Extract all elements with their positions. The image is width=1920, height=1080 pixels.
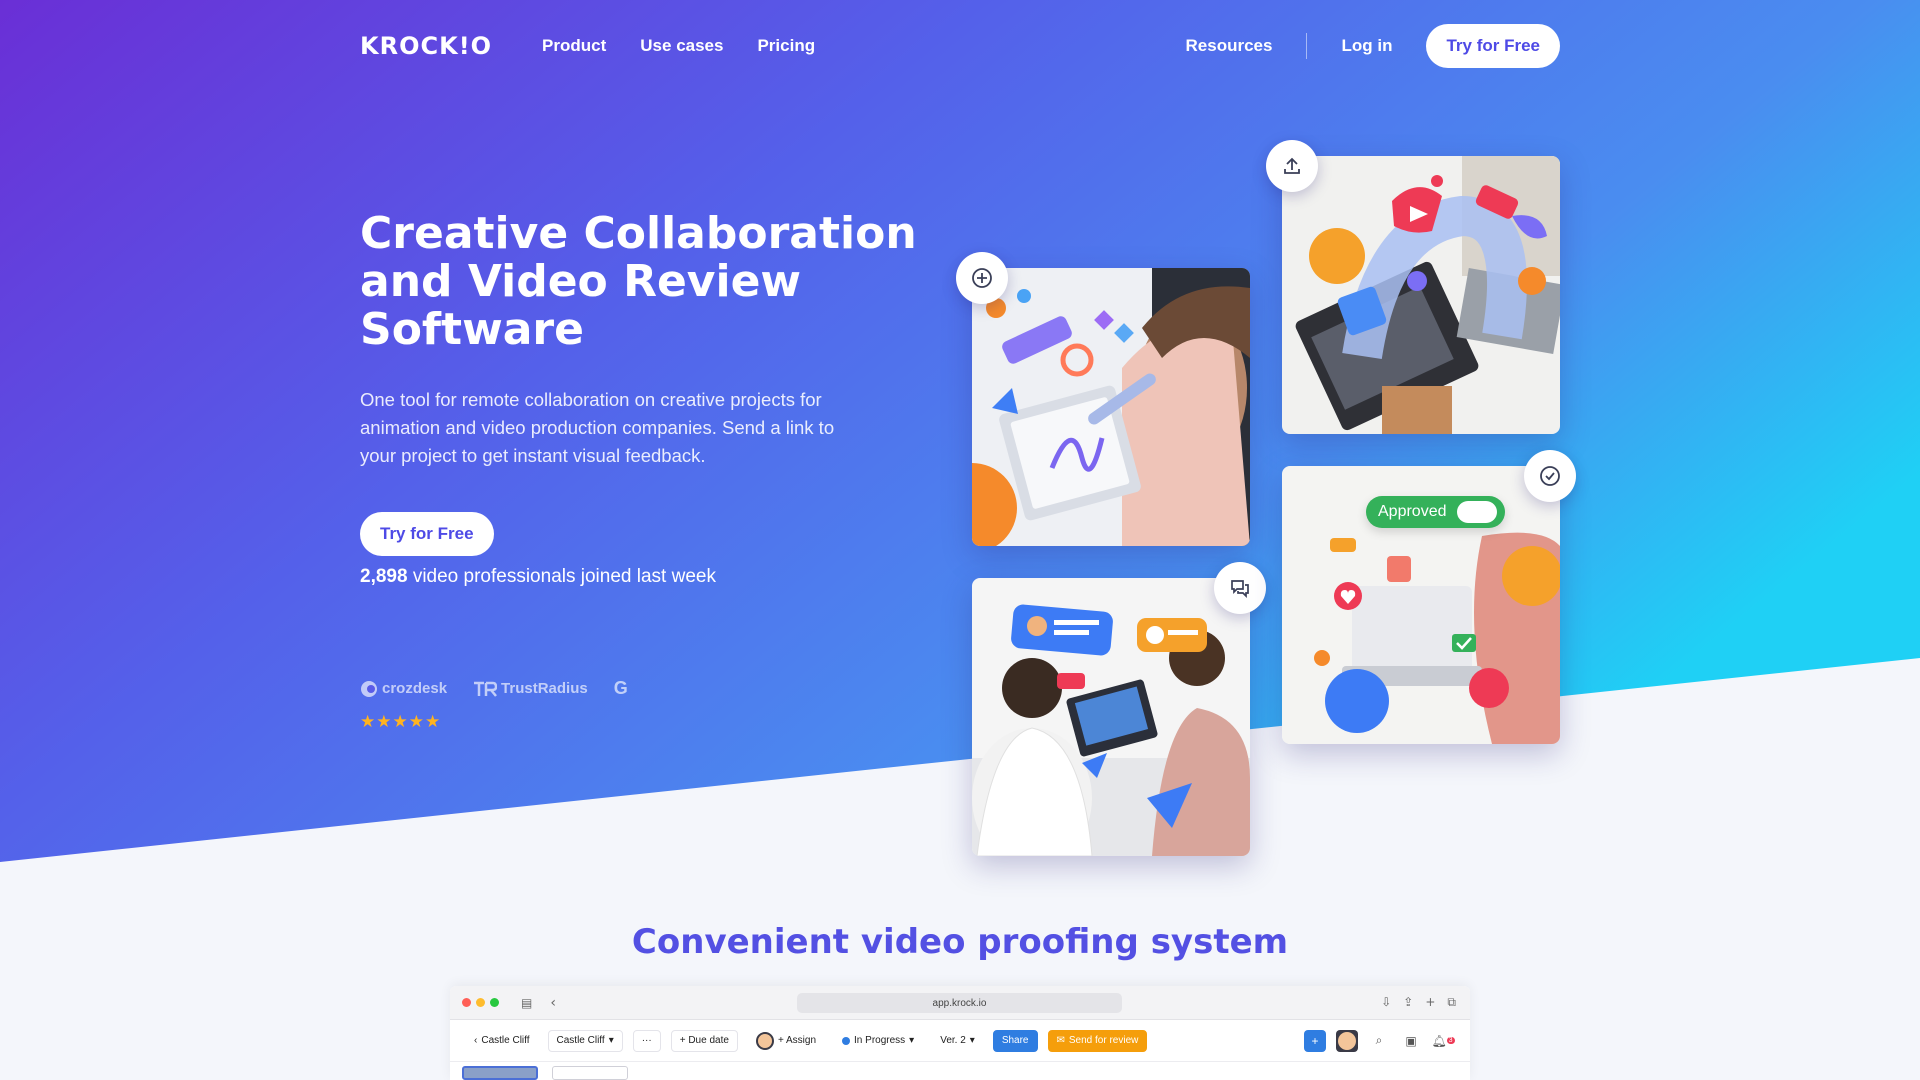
trustradius-icon	[474, 681, 498, 697]
hero-title: Creative Collaboration and Video Review …	[360, 208, 917, 355]
hero-background	[0, 0, 1920, 1080]
nav-link-use-cases[interactable]: Use cases	[640, 36, 723, 56]
crozdesk-icon	[361, 680, 377, 697]
crozdesk-label: crozdesk	[382, 680, 448, 697]
browser-toolbar: ▤ ‹ app.krock.io ⇩ ⇪ + ⧉	[450, 986, 1470, 1020]
back-arrow-icon[interactable]: ‹	[550, 995, 556, 1011]
address-bar[interactable]: app.krock.io	[797, 993, 1122, 1013]
version-thumbnails	[450, 1062, 1470, 1080]
check-circle-icon[interactable]	[1524, 450, 1576, 502]
user-avatar[interactable]	[1336, 1029, 1358, 1052]
project-select[interactable]: Castle Cliff ▾	[547, 1029, 623, 1052]
thumbnail[interactable]	[552, 1066, 628, 1080]
window-controls	[462, 998, 499, 1007]
approved-switch	[1456, 501, 1497, 523]
add-button[interactable]: +	[1304, 1029, 1326, 1052]
plus-circle-icon[interactable]	[956, 252, 1008, 304]
assign-button[interactable]: + Assign	[748, 1030, 824, 1052]
section-title: Convenient video proofing system	[631, 922, 1289, 962]
hero-subtitle: One tool for remote collaboration on cre…	[360, 389, 835, 466]
krockio-logo[interactable]: KROCK!O	[360, 32, 492, 60]
share-button[interactable]: Share	[992, 1029, 1038, 1052]
send-review-label: Send for review	[1068, 1035, 1139, 1046]
signup-count-text: video professionals joined last week	[412, 566, 716, 587]
nav-link-product[interactable]: Product	[542, 36, 606, 56]
tabs-icon[interactable]: ⧉	[1447, 995, 1456, 1010]
notification-count: 3	[1446, 1037, 1455, 1044]
due-date-button[interactable]: + Due date	[670, 1029, 738, 1052]
avatar	[1338, 1031, 1356, 1050]
card-drawing-image	[972, 268, 1250, 546]
signup-count: 2,898 video professionals joined last we…	[360, 566, 716, 588]
calendar-icon[interactable]: ▣	[1400, 1030, 1422, 1052]
hero-cta-wrapper: Try for Free	[360, 512, 494, 556]
trustradius-badge[interactable]: TrustRadius	[473, 680, 588, 698]
download-icon[interactable]: ⇩	[1381, 995, 1391, 1010]
nav-links: Product Use cases Pricing	[542, 36, 815, 56]
project-toolbar: ‹ Castle Cliff Castle Cliff ▾ ··· + Due …	[450, 1020, 1470, 1062]
more-options-button[interactable]: ···	[632, 1029, 661, 1052]
status-dot-icon	[842, 1036, 851, 1045]
hero-try-free-button[interactable]: Try for Free	[360, 512, 494, 556]
card-upload-image	[1282, 156, 1560, 434]
top-navigation: KROCK!O Product Use cases Pricing Resour…	[360, 22, 1560, 70]
assign-label: + Assign	[777, 1035, 817, 1046]
nav-link-pricing[interactable]: Pricing	[757, 36, 815, 56]
send-for-review-button[interactable]: ✉ Send for review	[1047, 1029, 1148, 1052]
browser-actions: ⇩ ⇪ + ⧉	[1381, 995, 1456, 1010]
crozdesk-badge[interactable]: crozdesk	[360, 680, 447, 698]
login-link[interactable]: Log in	[1341, 36, 1392, 56]
hero-section: KROCK!O Product Use cases Pricing Resour…	[0, 0, 1920, 1080]
rating-stars: ★★★★★	[360, 712, 442, 732]
nav-divider	[1306, 33, 1308, 59]
toolbar-right: + ⌕ ▣ 🔔︎ 3	[1304, 1029, 1455, 1052]
g2-badge[interactable]: G	[614, 678, 628, 699]
back-label: Castle Cliff	[481, 1035, 530, 1046]
trustradius-label: TrustRadius	[501, 680, 588, 697]
g2-label: G	[613, 678, 628, 698]
signup-count-number: 2,898	[360, 566, 408, 587]
card-approval-image: Approved	[1282, 466, 1560, 744]
upload-icon[interactable]	[1266, 140, 1318, 192]
avatar	[755, 1031, 774, 1050]
status-select[interactable]: In Progress ▾	[834, 1030, 922, 1052]
version-select[interactable]: Ver. 2 ▾	[932, 1030, 983, 1052]
version-label: Ver. 2	[940, 1035, 966, 1046]
close-dot-icon[interactable]	[462, 998, 471, 1007]
url-text: app.krock.io	[932, 997, 987, 1009]
project-select-label: Castle Cliff	[556, 1035, 605, 1046]
thumbnail-active[interactable]	[462, 1066, 538, 1080]
search-icon[interactable]: ⌕	[1368, 1030, 1390, 1052]
nav-try-free-button[interactable]: Try for Free	[1426, 24, 1560, 68]
status-label: In Progress	[854, 1035, 906, 1046]
approved-label: Approved	[1378, 503, 1447, 520]
minimize-dot-icon[interactable]	[476, 998, 485, 1007]
new-tab-icon[interactable]: +	[1425, 995, 1435, 1010]
zoom-dot-icon[interactable]	[490, 998, 499, 1007]
nav-right: Resources Log in Try for Free	[1186, 24, 1560, 68]
app-preview-browser: ▤ ‹ app.krock.io ⇩ ⇪ + ⧉ ‹ Castle Cliff …	[450, 986, 1470, 1080]
approved-toggle: Approved	[1366, 496, 1505, 528]
notifications-bell-icon[interactable]: 🔔︎ 3	[1431, 1030, 1455, 1052]
review-badges: crozdesk TrustRadius G	[360, 678, 628, 699]
back-to-project[interactable]: ‹ Castle Cliff	[466, 1030, 538, 1052]
comments-icon[interactable]	[1214, 562, 1266, 614]
sidebar-toggle-icon[interactable]: ▤	[521, 996, 532, 1010]
nav-link-resources[interactable]: Resources	[1186, 36, 1273, 56]
card-discussion-image	[972, 578, 1250, 856]
share-icon[interactable]: ⇪	[1403, 995, 1413, 1010]
